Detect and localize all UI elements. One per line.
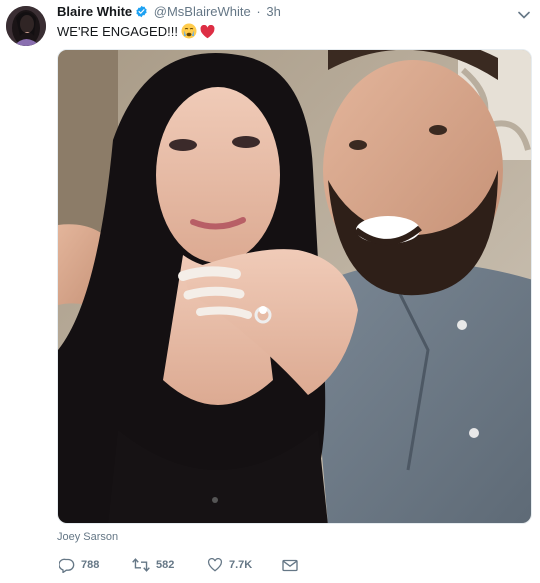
verified-badge-icon (135, 5, 148, 22)
separator: · (256, 4, 261, 19)
timestamp[interactable]: 3h (266, 4, 280, 19)
tweet-card: Blaire White @MsBlaireWhite · 3h WE'RE E… (0, 0, 540, 583)
display-name[interactable]: Blaire White (57, 4, 132, 19)
crying-face-icon (181, 23, 197, 44)
tweet-text: WE'RE ENGAGED!!! (57, 23, 215, 44)
retweet-icon (132, 558, 150, 572)
heart-icon (207, 558, 223, 572)
reply-count: 788 (81, 559, 100, 571)
tweet-text-body: WE'RE ENGAGED!!! (57, 24, 178, 39)
dm-button[interactable] (282, 555, 298, 575)
retweet-count: 582 (156, 559, 175, 571)
like-button[interactable]: 7.7K (207, 555, 252, 575)
reply-button[interactable]: 788 (59, 555, 99, 575)
red-heart-icon (200, 24, 215, 44)
engagement-photo (58, 50, 531, 523)
reply-icon (59, 558, 75, 573)
avatar[interactable] (6, 6, 46, 46)
tweet-header: Blaire White @MsBlaireWhite · 3h (57, 4, 532, 20)
avatar-image (6, 6, 46, 46)
handle[interactable]: @MsBlaireWhite (154, 4, 251, 19)
envelope-icon (282, 559, 298, 572)
like-count: 7.7K (229, 559, 253, 571)
retweet-button[interactable]: 582 (132, 555, 174, 575)
tagged-user[interactable]: Joey Sarson (57, 531, 118, 543)
chevron-down-icon[interactable] (518, 6, 530, 24)
tweet-photo[interactable] (57, 49, 532, 524)
